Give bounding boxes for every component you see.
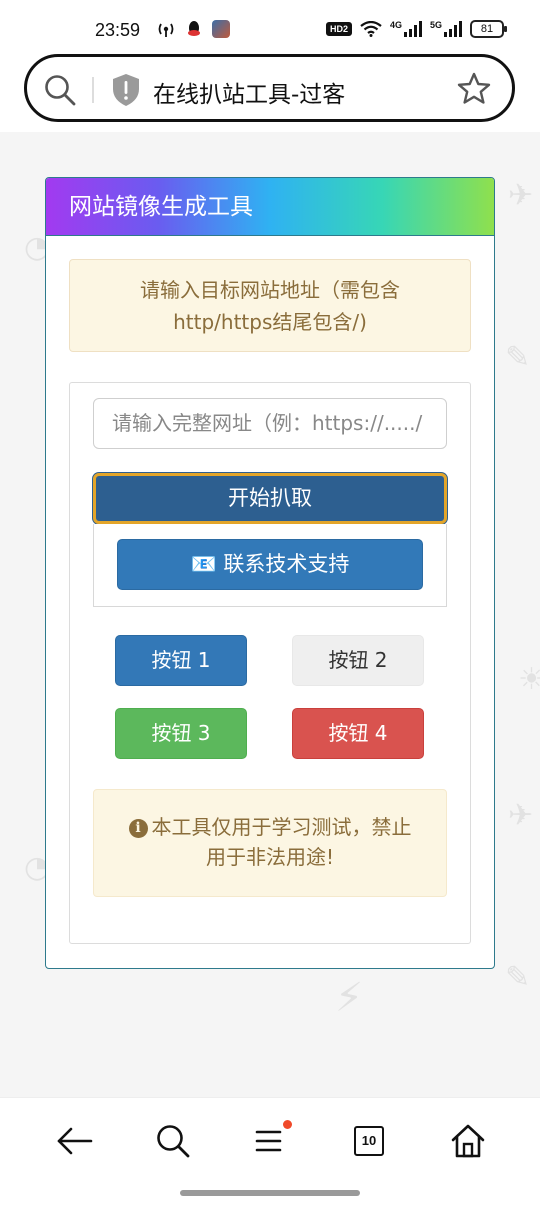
support-container: 📧 联系技术支持 [93,524,447,607]
watermark: ✈ [508,798,534,833]
watermark: ✎ [505,960,531,995]
hd-badge: HD2 [325,22,352,36]
signal-5g: 5G [430,21,462,37]
signal-bars-icon [444,21,462,37]
status-bar: 23:59 HD2 4G 5G 81 [0,0,540,52]
notice-line-1: 请输入目标网站地址（需包含 [140,278,400,302]
qq-icon [188,21,200,36]
browser-toolbar: 在线扒站工具-过客 [0,52,540,132]
watermark: ⚡ [335,975,364,1021]
button-4[interactable]: 按钮 4 [292,708,424,759]
tabs-icon[interactable]: 10 [349,1121,389,1161]
button-1[interactable]: 按钮 1 [115,635,247,686]
home-icon[interactable] [448,1121,488,1161]
warning-line-2: 用于非法用途! [205,845,335,869]
menu-icon[interactable] [250,1120,292,1161]
app-notification-icon [212,20,230,38]
battery-level: 81 [480,23,494,35]
signal-4g: 4G [390,21,422,37]
notification-dot [283,1120,292,1129]
address-bar[interactable]: 在线扒站工具-过客 [24,54,515,122]
status-indicators: HD2 4G 5G 81 [325,20,507,38]
contact-support-button[interactable]: 📧 联系技术支持 [117,539,423,590]
back-arrow-icon[interactable] [55,1121,95,1161]
info-icon: i [128,819,148,838]
hotspot-icon [158,23,174,37]
start-scrape-button[interactable]: 开始扒取 [93,473,447,524]
status-time: 23:59 [95,20,141,40]
signal-bars-icon [403,21,422,37]
url-notice: 请输入目标网站地址（需包含 http/https结尾包含/) [69,259,471,352]
usage-warning: i 本工具仅用于学习测试，禁止 用于非法用途! [93,789,447,897]
form-panel: 请输入完整网址（例：https://...../ 开始扒取 📧 联系技术支持 按… [69,382,471,944]
divider [92,77,94,103]
warning-line-1: i 本工具仅用于学习测试，禁止 [94,812,446,842]
home-indicator[interactable] [180,1190,360,1196]
notification-icons [156,20,230,38]
shield-icon[interactable] [111,73,141,107]
search-icon[interactable] [43,73,77,107]
url-input[interactable]: 请输入完整网址（例：https://...../ [93,398,447,449]
wifi-icon [360,21,382,37]
watermark: ✎ [505,340,531,375]
card-title: 网站镜像生成工具 [46,178,494,236]
notice-line-2: http/https结尾包含/) [173,310,367,334]
star-icon[interactable] [456,71,492,107]
tool-card: 网站镜像生成工具 请输入目标网站地址（需包含 http/https结尾包含/) … [45,177,495,969]
search-icon[interactable] [153,1121,193,1161]
watermark: ✈ [508,178,534,213]
button-2[interactable]: 按钮 2 [292,635,424,686]
address-text[interactable]: 在线扒站工具-过客 [153,75,345,109]
tabs-count: 10 [354,1126,384,1156]
battery-icon: 81 [470,20,507,38]
watermark: ☀ [518,662,540,697]
warning-text-1: 本工具仅用于学习测试，禁止 [151,815,412,839]
button-3[interactable]: 按钮 3 [115,708,247,759]
